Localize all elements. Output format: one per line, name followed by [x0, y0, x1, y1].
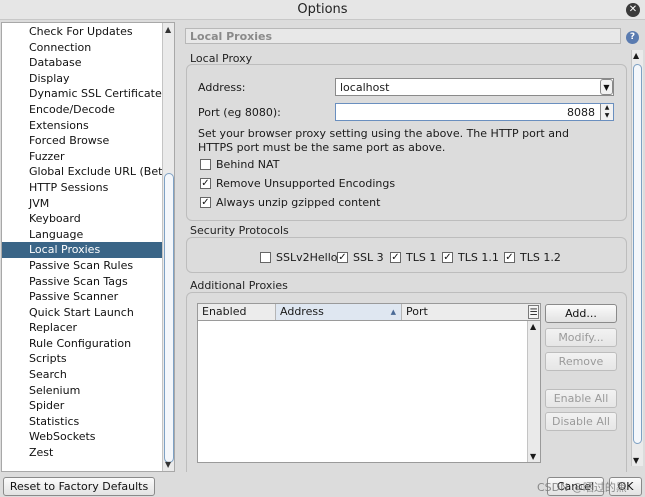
tree-item[interactable]: Quick Start Launch [2, 305, 162, 321]
tree-item[interactable]: HTTP Sessions [2, 180, 162, 196]
unzip-gzip-checkbox[interactable]: ✓ Always unzip gzipped content [200, 196, 380, 209]
column-header-address[interactable]: Address ▲ [276, 304, 402, 320]
column-control-icon[interactable]: ☰ [528, 305, 539, 319]
address-label: Address: [198, 81, 246, 94]
tree-item[interactable]: Zest [2, 445, 162, 461]
proxy-info-line-1: Set your browser proxy setting using the… [198, 127, 569, 140]
additional-proxies-group-title: Additional Proxies [190, 279, 288, 292]
tree-item[interactable]: Forced Browse [2, 133, 162, 149]
tree-item[interactable]: Display [2, 71, 162, 87]
tree-item[interactable]: Global Exclude URL (Beta [2, 164, 169, 180]
checkbox-box[interactable] [200, 159, 211, 170]
checkbox-box[interactable]: ✓ [200, 178, 211, 189]
checkbox-box[interactable]: ✓ [200, 197, 211, 208]
port-spinner[interactable]: 8088 ▲ ▼ [335, 103, 614, 121]
behind-nat-checkbox[interactable]: Behind NAT [200, 158, 279, 171]
options-tree-panel: Check For Updates Connection Database Displ… [1, 22, 175, 472]
protocol-label: SSL 3 [353, 251, 384, 264]
title-bar: Options ✕ [0, 0, 645, 20]
tree-item[interactable]: Connection [2, 40, 162, 56]
checkbox-box[interactable] [260, 252, 271, 263]
tree-item[interactable]: Statistics [2, 414, 162, 430]
table-header: Enabled Address ▲ Port ☰ [198, 304, 540, 321]
add-proxy-button[interactable]: Add... [545, 304, 617, 323]
remove-encodings-checkbox[interactable]: ✓ Remove Unsupported Encodings [200, 177, 395, 190]
remove-proxy-button[interactable]: Remove [545, 352, 617, 371]
protocol-checkbox[interactable]: SSLv2Hello [260, 251, 337, 264]
column-header-address-label: Address [280, 305, 324, 318]
protocol-checkbox[interactable]: ✓ TLS 1.2 [504, 251, 561, 264]
tree-item[interactable]: Extensions [2, 118, 162, 134]
tree-item[interactable]: Scripts [2, 351, 162, 367]
reset-defaults-button[interactable]: Reset to Factory Defaults [3, 477, 155, 496]
scroll-up-icon[interactable]: ▲ [633, 51, 639, 60]
protocol-checkbox[interactable]: ✓ TLS 1.1 [442, 251, 499, 264]
tree-item[interactable]: Passive Scan Rules [2, 258, 162, 274]
protocol-label: TLS 1.2 [520, 251, 561, 264]
tree-item[interactable]: Local Proxies [2, 242, 162, 258]
options-content-panel: Local Proxies ? Local Proxy Address: loc… [180, 24, 644, 472]
scroll-thumb[interactable] [633, 64, 642, 444]
checkbox-box[interactable]: ✓ [337, 252, 348, 263]
tree-item[interactable]: Database [2, 55, 162, 71]
scroll-up-icon[interactable]: ▲ [530, 322, 536, 331]
scroll-down-icon[interactable]: ▼ [633, 456, 639, 465]
tree-item[interactable]: Search [2, 367, 162, 383]
tree-item[interactable]: WebSockets [2, 429, 162, 445]
tree-item[interactable]: Passive Scan Tags [2, 274, 162, 290]
protocol-label: SSLv2Hello [276, 251, 338, 264]
scroll-down-icon[interactable]: ▼ [530, 452, 536, 461]
checkbox-box[interactable]: ✓ [390, 252, 401, 263]
enable-all-button[interactable]: Enable All [545, 389, 617, 408]
scroll-up-icon[interactable]: ▲ [165, 25, 171, 34]
tree-item[interactable]: Rule Configuration [2, 336, 162, 352]
behind-nat-label: Behind NAT [216, 158, 280, 171]
modify-proxy-button[interactable]: Modify... [545, 328, 617, 347]
protocol-label: TLS 1 [406, 251, 437, 264]
disable-all-button[interactable]: Disable All [545, 412, 617, 431]
remove-encodings-label: Remove Unsupported Encodings [216, 177, 396, 190]
chevron-down-icon[interactable]: ▼ [600, 79, 613, 95]
tree-item[interactable]: Check For Updates [2, 24, 162, 40]
checkbox-box[interactable]: ✓ [442, 252, 453, 263]
tree-item[interactable]: Replacer [2, 320, 162, 336]
checkbox-box[interactable]: ✓ [504, 252, 515, 263]
unzip-gzip-label: Always unzip gzipped content [216, 196, 381, 209]
panel-title: Local Proxies [190, 30, 273, 43]
tree-item[interactable]: Passive Scanner [2, 289, 162, 305]
sort-ascending-icon: ▲ [390, 308, 396, 316]
tree-item[interactable]: Fuzzer [2, 149, 162, 165]
watermark-text: CSDN @晒过的黑 [537, 481, 627, 494]
panel-header: Local Proxies [185, 28, 621, 44]
additional-proxies-table[interactable]: Enabled Address ▲ Port ☰ ▲ ▼ [197, 303, 541, 463]
port-value: 8088 [567, 106, 595, 119]
spinner-arrows-icon[interactable]: ▲ ▼ [600, 104, 613, 120]
tree-item[interactable]: Language [2, 227, 162, 243]
tree-item[interactable]: Keyboard [2, 211, 162, 227]
column-header-enabled[interactable]: Enabled [198, 304, 276, 320]
window-title: Options [297, 2, 348, 17]
tree-item[interactable]: JVM [2, 196, 162, 212]
proxy-info-line-2: HTTPS port must be the same port as abov… [198, 141, 446, 154]
address-value: localhost [340, 81, 390, 94]
tree-item[interactable]: Spider [2, 398, 162, 414]
tree-item[interactable]: Selenium [2, 383, 162, 399]
column-header-port[interactable]: Port [402, 304, 528, 320]
protocol-checkbox[interactable]: ✓ SSL 3 [337, 251, 384, 264]
tree-item[interactable]: Encode/Decode [2, 102, 162, 118]
address-combobox[interactable]: localhost ▼ [335, 78, 614, 96]
scroll-down-icon[interactable]: ▼ [165, 460, 171, 469]
protocol-checkbox[interactable]: ✓ TLS 1 [390, 251, 436, 264]
protocol-label: TLS 1.1 [458, 251, 499, 264]
table-vertical-scrollbar[interactable]: ▲ ▼ [527, 321, 540, 462]
help-icon[interactable]: ? [626, 31, 639, 44]
tree-vertical-scrollbar[interactable]: ▲ ▼ [162, 23, 174, 471]
scroll-thumb[interactable] [164, 173, 174, 463]
options-tree: Check For Updates Connection Database Displ… [2, 24, 169, 461]
close-icon[interactable]: ✕ [626, 3, 640, 17]
tree-item[interactable]: Dynamic SSL Certificates [2, 86, 167, 102]
content-vertical-scrollbar[interactable]: ▲ ▼ [631, 50, 643, 466]
security-protocols-group-title: Security Protocols [190, 224, 289, 237]
port-label: Port (eg 8080): [198, 106, 281, 119]
